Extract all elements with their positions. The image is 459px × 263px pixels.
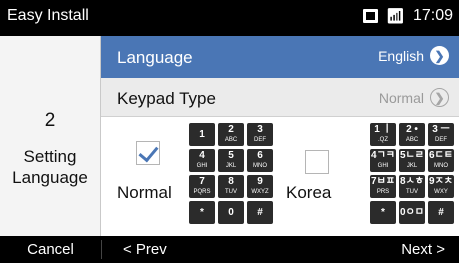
key-digit: 4: [199, 150, 205, 161]
clock: 17:09: [412, 7, 453, 24]
keypad-type-value-group[interactable]: Normal ❯: [379, 88, 449, 107]
wifi-icon: 📶︎: [385, 7, 405, 25]
status-icons: 📶︎ 17:09: [362, 7, 453, 25]
korea-keypad-key: 4ㄱㅋ GHI: [370, 149, 396, 172]
normal-keypad-key: 4 GHI: [189, 149, 215, 172]
key-letters: PQRS: [193, 189, 211, 195]
korea-keypad-key: 1 ㅣ .QZ: [370, 123, 396, 146]
korea-keypad-key: 9ㅈㅊ WXY: [428, 175, 454, 198]
key-digit: *: [381, 207, 385, 218]
divider: [101, 240, 102, 259]
next-button[interactable]: Next >: [401, 236, 445, 263]
key-digit: 9: [257, 176, 263, 187]
key-letters: GHI: [377, 163, 389, 169]
key-digit: 3 ㅡ: [432, 124, 450, 135]
key-letters: ABC: [405, 137, 419, 143]
normal-keypad-key: 1: [189, 123, 215, 146]
step-panel: 2 Setting Language: [0, 36, 101, 236]
key-digit: 3: [257, 124, 263, 135]
key-digit: 4ㄱㅋ: [371, 150, 395, 161]
key-digit: 6ㄷㅌ: [429, 150, 453, 161]
keypad-type-row[interactable]: Keypad Type Normal ❯: [101, 78, 459, 117]
normal-keypad-preview[interactable]: 1 2 ABC 3 DEF 4 GHI 5 JKL 6 MNO 7 PQRS 8 TUV 9 WXYZ * 0 #: [189, 123, 273, 224]
key-letters: DEF: [254, 137, 266, 143]
normal-keypad-key: *: [189, 201, 215, 224]
key-digit: 1 ㅣ: [374, 124, 392, 135]
korea-keypad-preview[interactable]: 1 ㅣ .QZ 2 • ABC 3 ㅡ DEF 4ㄱㅋ GHI 5ㄴㄹ JKL 6ㄷㅌ MNO 7ㅂㅍ P…: [370, 123, 454, 224]
key-digit: 2 •: [406, 124, 418, 135]
key-letters: WXYZ: [251, 189, 269, 195]
korea-keypad-key: 0ㅇㅁ: [399, 201, 425, 224]
step-label: Setting Language: [0, 146, 100, 188]
korea-keypad-key: 6ㄷㅌ MNO: [428, 149, 454, 172]
key-letters: PRS: [376, 189, 390, 195]
normal-checkbox[interactable]: [136, 141, 160, 165]
key-digit: 6: [257, 150, 263, 161]
normal-keypad-key: #: [247, 201, 273, 224]
korea-label: Korea: [286, 183, 332, 202]
key-digit: 0ㅇㅁ: [400, 207, 424, 218]
key-letters: TUV: [225, 189, 237, 195]
key-digit: 0: [228, 207, 234, 218]
cancel-button[interactable]: Cancel: [0, 236, 101, 263]
normal-label: Normal: [117, 183, 172, 202]
normal-keypad-key: 8 TUV: [218, 175, 244, 198]
sim-icon: [362, 9, 378, 23]
normal-keypad-key: 7 PQRS: [189, 175, 215, 198]
key-digit: 8ㅅㅎ: [400, 176, 424, 187]
prev-button[interactable]: < Prev: [123, 236, 167, 263]
key-digit: 9ㅈㅊ: [429, 176, 453, 187]
chevron-right-icon[interactable]: ❯: [430, 88, 449, 107]
korea-keypad-key: 2 • ABC: [399, 123, 425, 146]
korea-keypad-key: *: [370, 201, 396, 224]
normal-keypad-key: 0: [218, 201, 244, 224]
normal-keypad-key: 6 MNO: [247, 149, 273, 172]
key-letters: GHI: [196, 163, 208, 169]
korea-keypad-key: #: [428, 201, 454, 224]
step-label-line1: Setting: [23, 147, 77, 166]
app-title: Easy Install: [7, 7, 89, 24]
key-letters: WXY: [434, 189, 448, 195]
step-label-line2: Language: [12, 168, 88, 187]
normal-keypad-key: 5 JKL: [218, 149, 244, 172]
keypad-type-value: Normal: [378, 89, 424, 106]
normal-keypad-key: 2 ABC: [218, 123, 244, 146]
key-letters: ABC: [224, 137, 238, 143]
key-digit: 7: [199, 176, 205, 187]
key-letters: .QZ: [378, 137, 388, 143]
language-value-group[interactable]: English ❯: [378, 46, 449, 65]
key-digit: 8: [228, 176, 234, 187]
key-digit: 7ㅂㅍ: [371, 176, 395, 187]
language-row[interactable]: Language English ❯: [101, 36, 459, 78]
normal-keypad-key: 3 DEF: [247, 123, 273, 146]
key-digit: 2: [228, 124, 234, 135]
status-bar: Easy Install 📶︎ 17:09: [0, 0, 459, 36]
language-value: English: [378, 47, 424, 64]
key-digit: #: [257, 207, 263, 218]
key-digit: 5: [228, 150, 234, 161]
korea-keypad-key: 3 ㅡ DEF: [428, 123, 454, 146]
step-number: 2: [44, 110, 56, 131]
normal-keypad-key: 9 WXYZ: [247, 175, 273, 198]
korea-checkbox[interactable]: [305, 150, 329, 174]
key-letters: JKL: [406, 163, 418, 169]
keypad-options: Normal 1 2 ABC 3 DEF 4 GHI 5 JKL 6 MNO 7 PQRS 8 TUV 9 WX…: [101, 117, 459, 236]
language-label: Language: [117, 48, 193, 67]
key-letters: MNO: [434, 163, 448, 169]
key-digit: #: [438, 207, 444, 218]
key-digit: 5ㄴㄹ: [400, 150, 424, 161]
chevron-right-icon[interactable]: ❯: [430, 46, 449, 65]
key-digit: 1: [199, 129, 205, 140]
key-letters: JKL: [225, 163, 237, 169]
keypad-type-label: Keypad Type: [117, 89, 216, 108]
key-digit: *: [200, 207, 204, 218]
korea-keypad-key: 8ㅅㅎ TUV: [399, 175, 425, 198]
korea-keypad-key: 5ㄴㄹ JKL: [399, 149, 425, 172]
key-letters: DEF: [435, 137, 447, 143]
korea-keypad-key: 7ㅂㅍ PRS: [370, 175, 396, 198]
key-letters: MNO: [253, 163, 267, 169]
key-letters: TUV: [406, 189, 418, 195]
bottom-bar: Cancel < Prev Next >: [0, 236, 459, 263]
